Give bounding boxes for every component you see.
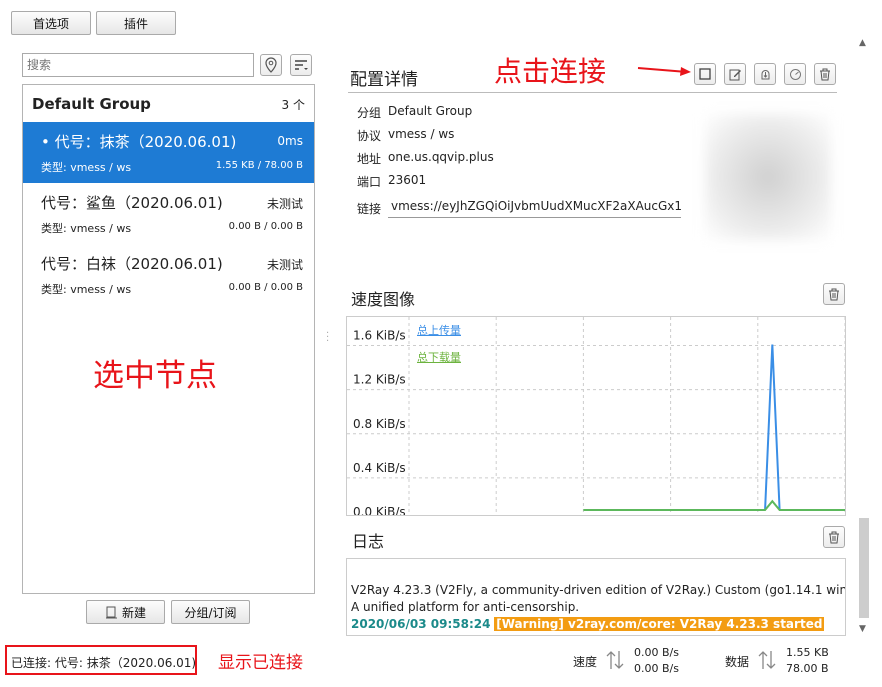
qr-code-image bbox=[705, 114, 831, 240]
share-button[interactable] bbox=[754, 63, 776, 85]
annotation-click-connect: 点击连接 bbox=[494, 55, 607, 88]
latency-test-button[interactable] bbox=[784, 63, 806, 85]
scroll-up-icon[interactable]: ▲ bbox=[859, 38, 866, 48]
annotation-select-node: 选中节点 bbox=[93, 358, 217, 394]
node-traffic: 1.55 KB / 78.00 B bbox=[215, 160, 303, 171]
scrollbar-thumb[interactable] bbox=[859, 518, 869, 618]
connection-status: 已连接: 代号: 抹茶（2020.06.01) bbox=[5, 645, 197, 675]
node-type: 类型: vmess / ws bbox=[41, 222, 132, 235]
data-label: 数据 bbox=[725, 655, 750, 669]
scroll-down-icon[interactable]: ▼ bbox=[859, 624, 866, 634]
node-item-shark[interactable]: 代号：鲨鱼（2020.06.01) 类型: vmess / ws 未测试 0.0… bbox=[23, 183, 314, 244]
node-name: 代号：白袜（2020.06.01) bbox=[41, 255, 223, 273]
log-box[interactable]: V2Ray 4.23.3 (V2Fly, a community-driven … bbox=[346, 558, 846, 636]
group-name: Default Group bbox=[32, 95, 151, 113]
log-line: A unified platform for anti-censorship. bbox=[351, 600, 580, 614]
locate-button[interactable] bbox=[260, 54, 282, 76]
detail-label-protocol: 协议 bbox=[357, 129, 382, 143]
trash-icon bbox=[829, 288, 839, 300]
speedometer-icon bbox=[789, 68, 801, 80]
speed-up: 0.00 B/s bbox=[634, 646, 679, 659]
detail-title: 配置详情 bbox=[350, 70, 418, 90]
new-label: 新建 bbox=[121, 605, 146, 620]
data-up: 1.55 KB bbox=[786, 646, 829, 659]
legend-upload[interactable]: 总上传量 bbox=[417, 322, 461, 338]
clear-speed-button[interactable] bbox=[823, 283, 845, 305]
edit-icon bbox=[729, 69, 741, 80]
node-type: 类型: vmess / ws bbox=[41, 161, 132, 174]
detail-value-group: Default Group bbox=[388, 104, 473, 118]
log-title: 日志 bbox=[352, 532, 385, 551]
node-name: • 代号：抹茶（2020.06.01) bbox=[41, 133, 237, 151]
search-input[interactable] bbox=[22, 53, 254, 77]
preferences-label: 首选项 bbox=[32, 16, 69, 31]
link-field[interactable]: vmess://eyJhZGQiOiJvbmUudXMucXF2aXAucGx1… bbox=[388, 196, 681, 218]
group-count: 3 个 bbox=[281, 98, 305, 112]
node-list-panel: Default Group 3 个 • 代号：抹茶（2020.06.01) 类型… bbox=[22, 84, 315, 594]
share-icon bbox=[761, 69, 769, 79]
delete-button[interactable] bbox=[814, 63, 836, 85]
annotation-show-connected: 显示已连接 bbox=[218, 653, 303, 673]
plugins-button[interactable]: 插件 bbox=[96, 11, 176, 35]
splitter-handle[interactable]: · · · bbox=[326, 329, 329, 347]
sort-button[interactable] bbox=[290, 54, 312, 76]
main-scrollbar[interactable]: ▲ ▼ bbox=[856, 38, 872, 638]
detail-label-group: 分组 bbox=[357, 106, 382, 120]
data-updown-icon bbox=[758, 651, 776, 669]
y-tick-label: 0.0 KiB/s bbox=[353, 505, 406, 515]
detail-label-address: 地址 bbox=[357, 152, 382, 166]
node-type: 类型: vmess / ws bbox=[41, 283, 132, 296]
group-subscribe-label: 分组/订阅 bbox=[184, 605, 237, 620]
new-button[interactable]: 新建 bbox=[86, 600, 165, 624]
speed-updown-icon bbox=[606, 651, 624, 669]
group-subscribe-button[interactable]: 分组/订阅 bbox=[171, 600, 250, 624]
connect-button[interactable] bbox=[694, 63, 716, 85]
log-warning: [Warning] v2ray.com/core: V2Ray 4.23.3 s… bbox=[494, 617, 825, 631]
trash-icon bbox=[829, 531, 839, 543]
speed-down: 0.00 B/s bbox=[634, 662, 679, 675]
trash-icon bbox=[820, 68, 830, 80]
speed-title: 速度图像 bbox=[351, 290, 416, 309]
log-line: V2Ray 4.23.3 (V2Fly, a community-driven … bbox=[351, 583, 846, 597]
preferences-button[interactable]: 首选项 bbox=[11, 11, 91, 35]
node-traffic: 0.00 B / 0.00 B bbox=[228, 282, 303, 293]
node-item-socks[interactable]: 代号：白袜（2020.06.01) 类型: vmess / ws 未测试 0.0… bbox=[23, 244, 314, 305]
node-traffic: 0.00 B / 0.00 B bbox=[228, 221, 303, 232]
speed-chart-svg: 1.6 KiB/s 1.2 KiB/s 0.8 KiB/s 0.4 KiB/s 0.0 … bbox=[347, 317, 845, 515]
legend-download[interactable]: 总下载量 bbox=[417, 349, 461, 365]
data-down: 78.00 B bbox=[786, 662, 829, 675]
y-tick-label: 0.4 KiB/s bbox=[353, 461, 406, 475]
y-tick-label: 1.2 KiB/s bbox=[353, 373, 406, 387]
stop-square-icon bbox=[699, 68, 711, 80]
y-tick-label: 0.8 KiB/s bbox=[353, 417, 406, 431]
node-item-matcha[interactable]: • 代号：抹茶（2020.06.01) 类型: vmess / ws 0ms 1… bbox=[23, 122, 314, 183]
location-pin-icon bbox=[265, 57, 277, 73]
sort-icon bbox=[295, 60, 308, 70]
plugins-label: 插件 bbox=[123, 16, 148, 31]
node-latency: 未测试 bbox=[266, 258, 303, 272]
detail-value-address: one.us.qqvip.plus bbox=[388, 150, 494, 164]
new-icon bbox=[105, 606, 117, 618]
detail-label-link: 链接 bbox=[357, 202, 382, 216]
log-timestamp: 2020/06/03 09:58:24 bbox=[351, 617, 491, 631]
node-name: 代号：鲨鱼（2020.06.01) bbox=[41, 194, 223, 212]
detail-divider bbox=[348, 92, 837, 93]
node-latency: 0ms bbox=[277, 134, 303, 148]
detail-label-port: 端口 bbox=[357, 175, 382, 189]
node-latency: 未测试 bbox=[266, 197, 303, 211]
speed-label: 速度 bbox=[573, 655, 598, 669]
detail-value-port: 23601 bbox=[388, 173, 427, 187]
detail-value-protocol: vmess / ws bbox=[388, 127, 455, 141]
series-line bbox=[583, 499, 845, 511]
speed-chart: 1.6 KiB/s 1.2 KiB/s 0.8 KiB/s 0.4 KiB/s 0.0 … bbox=[346, 316, 846, 516]
arrow-icon bbox=[637, 67, 691, 76]
y-tick-label: 1.6 KiB/s bbox=[353, 329, 406, 343]
clear-log-button[interactable] bbox=[823, 526, 845, 548]
series-line bbox=[764, 344, 781, 511]
edit-button[interactable] bbox=[724, 63, 746, 85]
